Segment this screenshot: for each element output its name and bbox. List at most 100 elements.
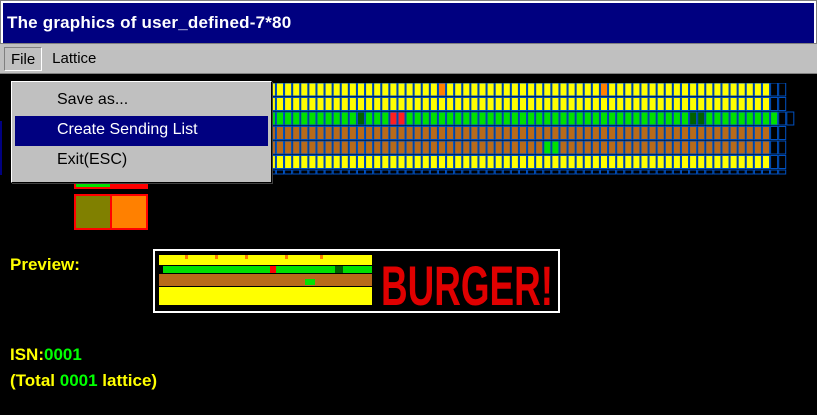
lattice-cell[interactable]: [348, 140, 357, 155]
lattice-cell[interactable]: [616, 169, 625, 175]
lattice-cell[interactable]: [470, 140, 479, 155]
lattice-cell[interactable]: [575, 111, 584, 126]
lattice-cell[interactable]: [316, 97, 325, 111]
lattice-cell[interactable]: [737, 155, 746, 169]
lattice-cell[interactable]: [697, 97, 706, 111]
lattice-cell[interactable]: [357, 97, 365, 111]
lattice-cell[interactable]: [713, 169, 722, 175]
lattice-cell[interactable]: [510, 169, 519, 175]
lattice-cell[interactable]: [494, 111, 503, 126]
lattice-cell[interactable]: [308, 155, 317, 169]
lattice-cell[interactable]: [705, 83, 714, 97]
lattice-cell[interactable]: [559, 83, 568, 97]
lattice-cell[interactable]: [762, 140, 770, 155]
lattice-cell[interactable]: [745, 140, 754, 155]
lattice-cell[interactable]: [567, 140, 576, 155]
lattice-cell[interactable]: [389, 155, 398, 169]
lattice-cell[interactable]: [478, 126, 487, 140]
lattice-cell[interactable]: [559, 111, 568, 126]
lattice-cell[interactable]: [551, 155, 560, 169]
lattice-cell[interactable]: [608, 140, 617, 155]
lattice-cell[interactable]: [340, 83, 349, 97]
lattice-cell[interactable]: [737, 83, 746, 97]
lattice-cell[interactable]: [608, 169, 617, 175]
lattice-cell[interactable]: [656, 155, 665, 169]
lattice-cell[interactable]: [454, 83, 463, 97]
lattice-cell[interactable]: [753, 111, 762, 126]
lattice-cell[interactable]: [778, 111, 787, 126]
lattice-cell[interactable]: [608, 97, 617, 111]
lattice-cell[interactable]: [519, 111, 527, 126]
lattice-cell[interactable]: [632, 126, 641, 140]
lattice-cell[interactable]: [486, 126, 495, 140]
lattice-cell[interactable]: [527, 97, 536, 111]
lattice-cell[interactable]: [413, 111, 422, 126]
lattice-cell[interactable]: [672, 111, 681, 126]
lattice-cell[interactable]: [454, 111, 463, 126]
lattice-cell[interactable]: [762, 126, 770, 140]
lattice-cell[interactable]: [543, 169, 552, 175]
lattice-cell[interactable]: [664, 169, 673, 175]
lattice-cell[interactable]: [276, 126, 284, 140]
lattice-cell[interactable]: [608, 111, 617, 126]
lattice-cell[interactable]: [340, 97, 349, 111]
lattice-cell[interactable]: [340, 169, 349, 175]
lattice-cell[interactable]: [770, 140, 779, 155]
lattice-cell[interactable]: [600, 155, 608, 169]
lattice-cell[interactable]: [672, 83, 681, 97]
lattice-cell[interactable]: [745, 111, 754, 126]
lattice-cell[interactable]: [616, 155, 625, 169]
lattice-cell[interactable]: [348, 155, 357, 169]
lattice-cell[interactable]: [332, 126, 341, 140]
lattice-cell[interactable]: [543, 140, 552, 155]
lattice-cell[interactable]: [737, 126, 746, 140]
lattice-cell[interactable]: [365, 140, 374, 155]
lattice-cell[interactable]: [519, 155, 527, 169]
lattice-cell[interactable]: [535, 97, 544, 111]
lattice-cell[interactable]: [664, 155, 673, 169]
lattice-cell[interactable]: [324, 140, 333, 155]
lattice-cell[interactable]: [681, 140, 689, 155]
lattice-cell[interactable]: [486, 83, 495, 97]
menu-item-exit[interactable]: Exit(ESC): [15, 146, 268, 176]
lattice-cell[interactable]: [421, 97, 430, 111]
lattice-cell[interactable]: [591, 111, 600, 126]
lattice-cell[interactable]: [429, 126, 438, 140]
lattice-cell[interactable]: [632, 140, 641, 155]
lattice-cell[interactable]: [648, 155, 657, 169]
lattice-cell[interactable]: [762, 111, 770, 126]
lattice-cell[interactable]: [381, 111, 390, 126]
lattice-cell[interactable]: [648, 97, 657, 111]
lattice-cell[interactable]: [600, 169, 608, 175]
lattice-cell[interactable]: [624, 97, 633, 111]
lattice-cell[interactable]: [535, 83, 544, 97]
lattice-cell[interactable]: [502, 83, 511, 97]
lattice-cell[interactable]: [292, 169, 301, 175]
lattice-cell[interactable]: [421, 126, 430, 140]
lattice-cell[interactable]: [348, 83, 357, 97]
lattice-cell[interactable]: [510, 140, 519, 155]
lattice-cell[interactable]: [413, 97, 422, 111]
lattice-cell[interactable]: [559, 169, 568, 175]
lattice-cell[interactable]: [276, 155, 284, 169]
lattice-cell[interactable]: [689, 155, 698, 169]
lattice-cell[interactable]: [494, 169, 503, 175]
lattice-cell[interactable]: [381, 155, 390, 169]
lattice-cell[interactable]: [421, 140, 430, 155]
lattice-cell[interactable]: [316, 83, 325, 97]
lattice-cell[interactable]: [632, 155, 641, 169]
lattice-cell[interactable]: [478, 97, 487, 111]
lattice-cell[interactable]: [429, 169, 438, 175]
lattice-cell[interactable]: [348, 111, 357, 126]
lattice-cell[interactable]: [600, 97, 608, 111]
lattice-cell[interactable]: [624, 155, 633, 169]
lattice-cell[interactable]: [381, 83, 390, 97]
lattice-cell[interactable]: [454, 169, 463, 175]
color-swatches[interactable]: [73, 183, 153, 233]
lattice-cell[interactable]: [583, 97, 592, 111]
lattice-cell[interactable]: [664, 140, 673, 155]
lattice-cell[interactable]: [770, 169, 779, 175]
lattice-cell[interactable]: [429, 140, 438, 155]
lattice-cell[interactable]: [357, 140, 365, 155]
lattice-cell[interactable]: [438, 169, 446, 175]
